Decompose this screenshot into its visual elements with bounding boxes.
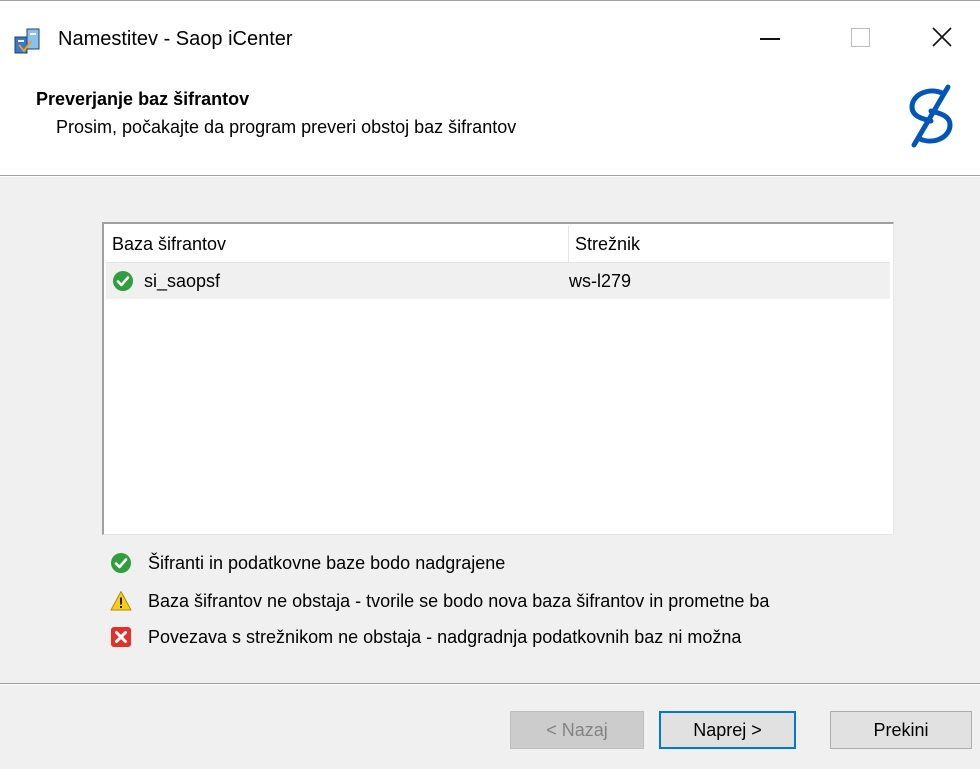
cancel-button[interactable]: Prekini: [830, 711, 972, 749]
header-divider-highlight: [0, 176, 980, 177]
minimize-icon: [760, 38, 780, 40]
legend-text: Šifranti in podatkovne baze bodo nadgraj…: [148, 553, 506, 573]
database-list[interactable]: Baza šifrantov Strežnik si_saopsf ws-l27…: [102, 222, 894, 535]
page-subtitle: Prosim, počakajte da program preveri obs…: [56, 117, 517, 137]
table-row[interactable]: si_saopsf ws-l279: [106, 263, 890, 299]
title-bar[interactable]: Namestitev - Saop iCenter: [0, 1, 980, 69]
legend-text: Povezava s strežnikom ne obstaja - nadgr…: [148, 627, 742, 647]
back-button[interactable]: < Nazaj: [510, 711, 644, 749]
legend-item-missing-db: Baza šifrantov ne obstaja - tvorile se b…: [110, 586, 970, 616]
list-header: Baza šifrantov Strežnik: [106, 226, 890, 263]
check-icon: [110, 552, 132, 574]
column-header-database[interactable]: Baza šifrantov: [106, 226, 569, 262]
legend-item-upgrade: Šifranti in podatkovne baze bodo nadgraj…: [110, 548, 970, 578]
legend-text: Baza šifrantov ne obstaja - tvorile se b…: [148, 591, 770, 611]
warning-icon: [110, 590, 132, 612]
maximize-button[interactable]: [830, 13, 890, 61]
maximize-icon: [850, 27, 870, 47]
close-button[interactable]: [912, 13, 972, 61]
page-title: Preverjanje baz šifrantov: [36, 89, 250, 109]
minimize-button[interactable]: [740, 13, 800, 61]
database-name: si_saopsf: [144, 271, 221, 291]
check-icon: [112, 270, 134, 292]
saop-logo-icon: [902, 83, 960, 149]
close-icon: [932, 27, 952, 47]
next-button[interactable]: Naprej >: [659, 711, 796, 749]
installer-package-icon: [13, 25, 43, 55]
footer-divider-highlight: [0, 684, 980, 685]
error-icon: [110, 626, 132, 648]
column-header-server[interactable]: Strežnik: [569, 226, 890, 262]
window-title: Namestitev - Saop iCenter: [58, 28, 293, 50]
legend-item-no-connection: Povezava s strežnikom ne obstaja - nadgr…: [110, 622, 970, 652]
wizard-header: Preverjanje baz šifrantov Prosim, počaka…: [0, 69, 980, 175]
server-name: ws-l279: [569, 271, 632, 291]
